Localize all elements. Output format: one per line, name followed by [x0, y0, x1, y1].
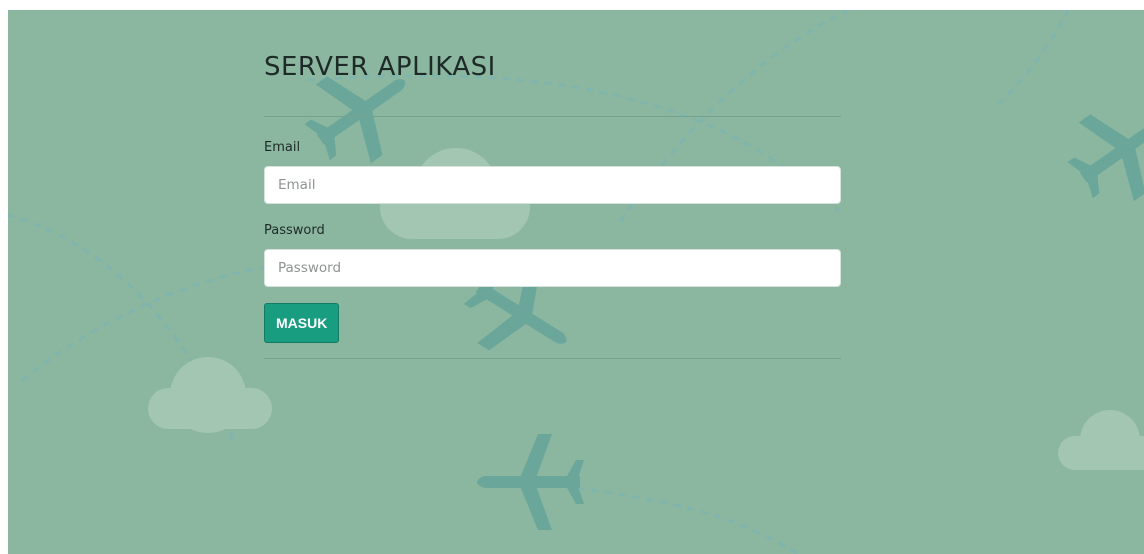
divider — [264, 116, 841, 117]
email-input[interactable] — [264, 166, 841, 204]
login-page: SERVER APLIKASI Email Password MASUK — [8, 10, 1144, 554]
email-label: Email — [264, 140, 301, 155]
login-form: SERVER APLIKASI Email Password MASUK — [264, 46, 841, 359]
login-button[interactable]: MASUK — [264, 303, 340, 343]
password-input[interactable] — [264, 249, 841, 287]
page-title: SERVER APLIKASI — [264, 52, 496, 82]
divider — [264, 358, 841, 359]
password-label: Password — [264, 223, 325, 238]
